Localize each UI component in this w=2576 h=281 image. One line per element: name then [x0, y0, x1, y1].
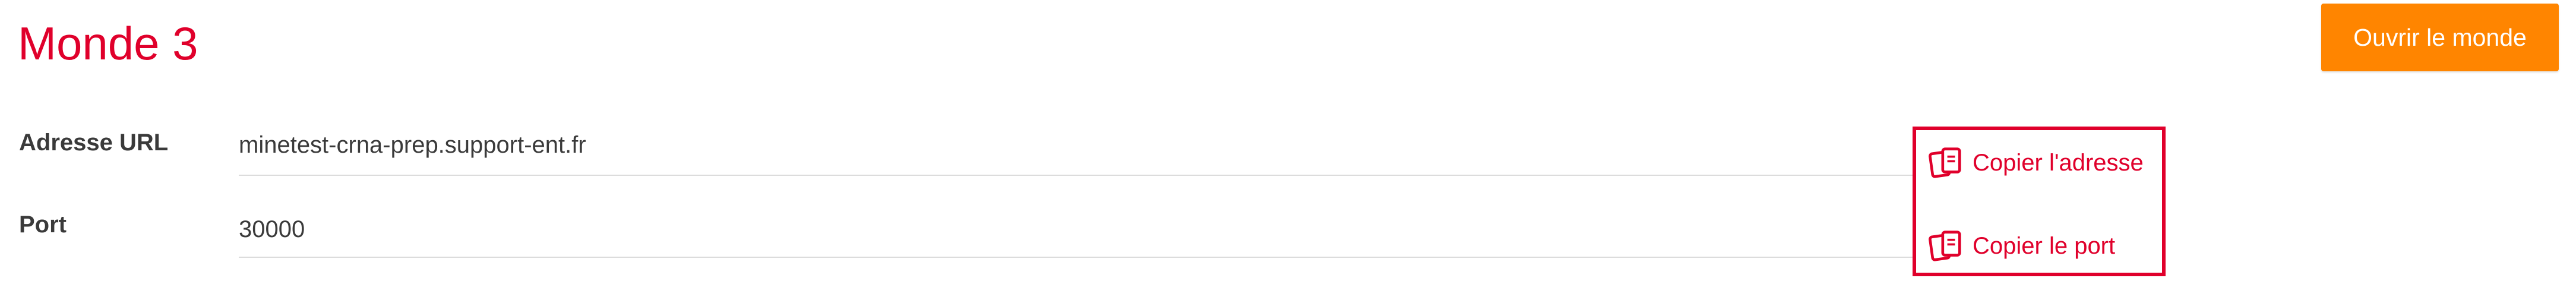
open-world-button[interactable]: Ouvrir le monde	[2321, 4, 2559, 71]
copy-port-label: Copier le port	[1973, 232, 2116, 259]
copy-port-button[interactable]: Copier le port	[1927, 225, 2115, 267]
url-label: Adresse URL	[19, 130, 169, 156]
world-title: Monde 3	[18, 17, 198, 70]
copy-address-button[interactable]: Copier l'adresse	[1927, 142, 2144, 184]
copy-icon	[1929, 147, 1961, 178]
port-label: Port	[19, 211, 67, 238]
port-value: 30000	[239, 216, 305, 242]
url-value: minetest-crna-prep.support-ent.fr	[239, 132, 586, 158]
copy-address-label: Copier l'adresse	[1973, 149, 2144, 176]
copy-icon	[1929, 231, 1961, 261]
url-divider	[239, 175, 1916, 176]
port-divider	[239, 257, 1916, 258]
